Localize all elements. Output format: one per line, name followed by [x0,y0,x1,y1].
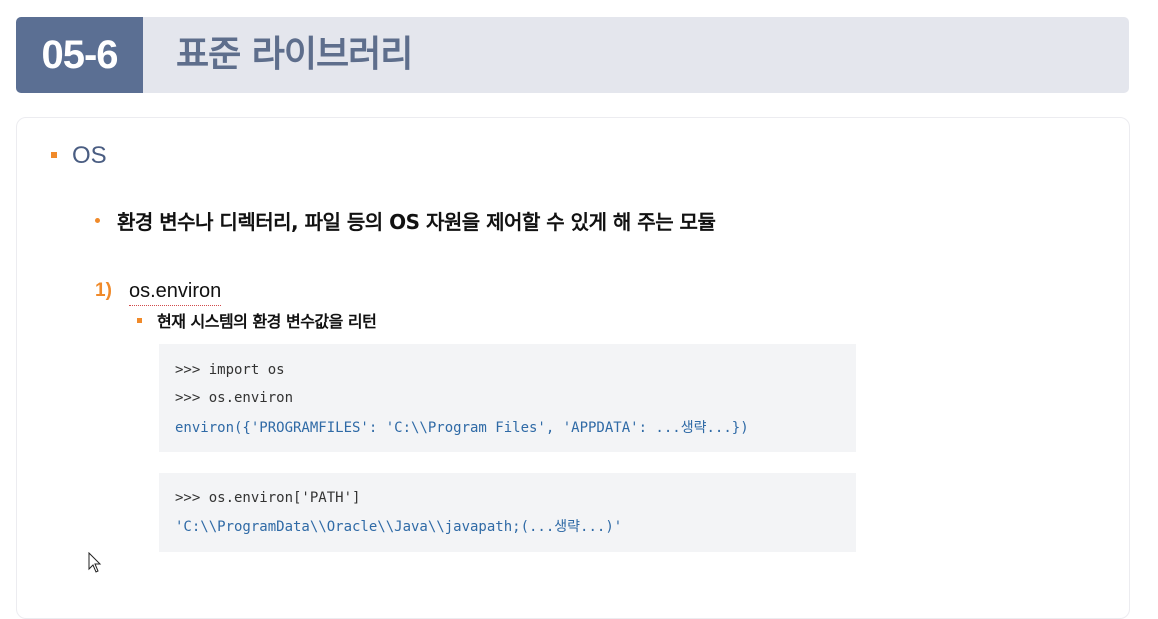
item-name: os.environ [129,277,222,306]
code-output-line: environ({'PROGRAMFILES': 'C:\\Program Fi… [175,420,749,436]
sub-bullet-icon [137,318,142,323]
section-bullet-icon [51,152,57,158]
bullet-dot-icon [95,218,100,223]
code-line: >>> os.environ [175,390,294,406]
module-description: 환경 변수나 디렉터리, 파일 등의 OS 자원을 제어할 수 있게 해 주는 … [117,210,716,234]
code-block-2: >>> os.environ['PATH'] 'C:\\ProgramData\… [159,473,856,552]
item-description: 현재 시스템의 환경 변수값을 리턴 [157,312,377,331]
code-line: >>> os.environ['PATH'] [175,490,361,506]
slide-header: 05-6 표준 라이브러리 [16,17,1129,93]
mouse-pointer-icon [88,552,102,573]
slide-title: 표준 라이브러리 [176,34,413,75]
code-output-line: 'C:\\ProgramData\\Oracle\\Java\\javapath… [175,519,623,535]
code-line: >>> import os [175,362,285,378]
section-number: 05-6 [16,17,143,93]
code-block-1: >>> import os >>> os.environ environ({'P… [159,344,856,452]
section-title: OS [72,142,107,169]
item-number: 1) [95,280,112,301]
